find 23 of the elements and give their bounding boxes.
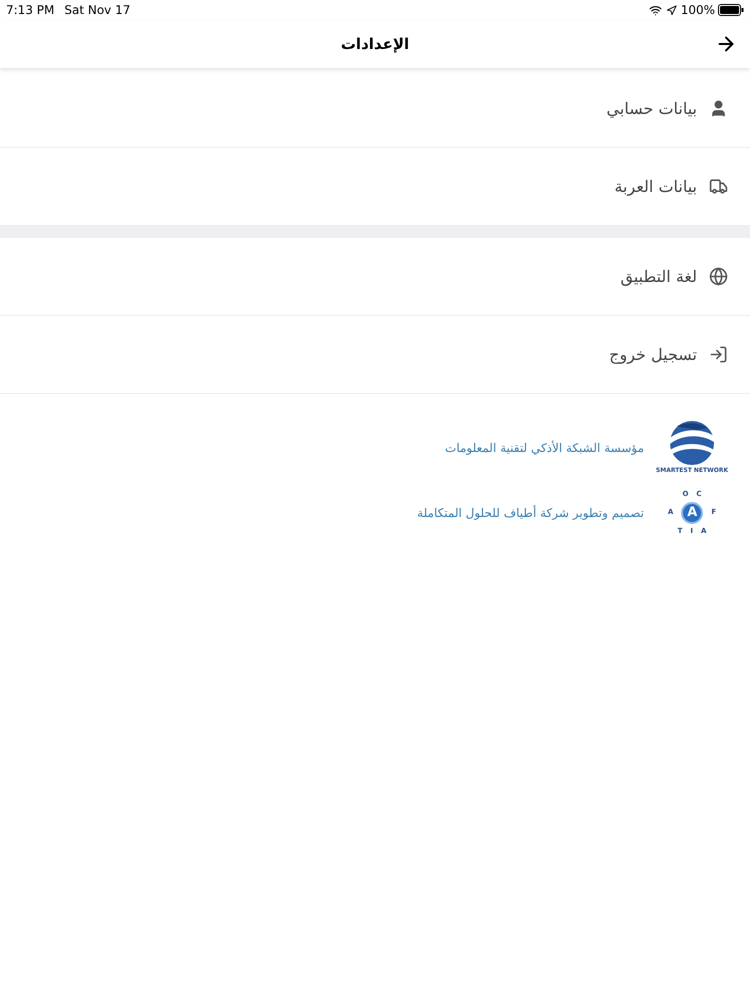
wifi-icon [648,4,662,16]
logo-circle-letter: A [681,502,704,524]
location-icon [666,4,677,16]
sign-out-icon [709,345,728,364]
settings-row[interactable]: تسجيل خروج [0,316,750,394]
battery-icon [718,4,744,16]
globe-icon [709,267,728,286]
row-label: تسجيل خروج [609,344,697,366]
status-time: 7:13 PM [6,2,54,19]
globe-logo-icon [667,420,717,466]
row-label: بيانات العربة [614,176,697,198]
status-date: Sat Nov 17 [64,2,130,19]
row-label: بيانات حسابي [606,98,697,120]
settings-row[interactable]: لغة التطبيق [0,238,750,316]
credit-text: مؤسسة الشبكة الأذكي لتقنية المعلومات [445,440,644,456]
row-label: لغة التطبيق [620,266,697,288]
battery-percent: 100% [680,2,715,19]
credit-text: تصميم وتطوير شركة أطياف للحلول المتكاملة [417,504,644,522]
settings-row[interactable]: بيانات العربة [0,148,750,226]
header-title: الإعدادات [340,34,410,55]
settings-row[interactable]: بيانات حسابي [0,70,750,148]
user-icon [709,99,728,118]
truck-icon [709,177,728,196]
